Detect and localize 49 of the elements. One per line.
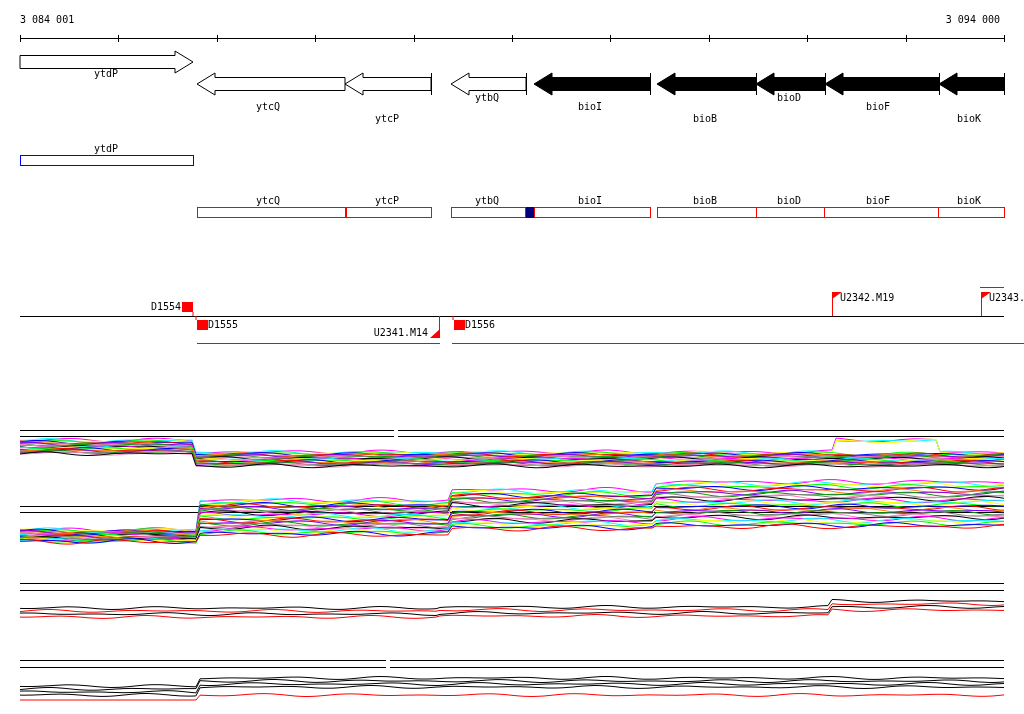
marker-label: U2341.M14: [373, 327, 428, 338]
gene-arrow[interactable]: [824, 72, 940, 96]
marker-square-icon[interactable]: [452, 315, 465, 330]
gene-label: bioB: [692, 113, 718, 124]
annotation-bar[interactable]: [938, 207, 1005, 218]
gene-label: ytbQ: [474, 92, 500, 103]
gene-label: bioI: [577, 101, 603, 112]
marker-label: D1556: [465, 319, 496, 330]
annotation-bar[interactable]: [657, 207, 757, 218]
gene-arrow[interactable]: [656, 72, 757, 96]
annotation-bar[interactable]: [451, 207, 526, 218]
marker-label: U2342.M19: [840, 292, 895, 303]
gene-arrow[interactable]: [196, 72, 346, 96]
marker-label: D1554: [150, 301, 181, 312]
marker-triangle-icon[interactable]: [430, 315, 440, 339]
segment-line: [979, 287, 1005, 288]
annotation-label: ytcP: [374, 195, 400, 206]
annotation-label: bioF: [865, 195, 891, 206]
gene-arrow[interactable]: [938, 72, 1005, 96]
marker-square-icon[interactable]: [195, 315, 208, 330]
annotation-label: bioD: [776, 195, 802, 206]
annotation-label: bioI: [577, 195, 603, 206]
gene-label: bioF: [865, 101, 891, 112]
gene-label: ytcQ: [255, 101, 281, 112]
site-marker: [526, 207, 534, 218]
annotation-label: ytbQ: [474, 195, 500, 206]
gene-label: bioK: [956, 113, 982, 124]
gene-arrow[interactable]: [533, 72, 651, 96]
marker-flag-icon[interactable]: [832, 291, 842, 317]
annotation-bar[interactable]: [346, 207, 432, 218]
annotation-bar[interactable]: [824, 207, 939, 218]
gene-label: ytcP: [374, 113, 400, 124]
annotation-label: bioB: [692, 195, 718, 206]
annotation-bar[interactable]: [20, 155, 194, 166]
annotation-bar[interactable]: [197, 207, 346, 218]
marker-square-icon[interactable]: [182, 302, 194, 317]
marker-label: D1555: [208, 319, 239, 330]
annotation-label: ytcQ: [255, 195, 281, 206]
annotation-bar[interactable]: [534, 207, 651, 218]
annotation-bar[interactable]: [756, 207, 825, 218]
annotation-label: bioK: [956, 195, 982, 206]
marker-label: U2343.: [989, 292, 1024, 303]
annotation-label: ytdP: [93, 143, 119, 154]
ruler-end-label: 3 094 000: [945, 14, 1000, 25]
marker-flag-icon[interactable]: [981, 291, 991, 317]
gene-label: ytdP: [93, 68, 119, 79]
ruler-start-label: 3 084 001: [20, 14, 75, 25]
gene-arrow[interactable]: [344, 72, 432, 96]
gene-label: bioD: [776, 92, 802, 103]
